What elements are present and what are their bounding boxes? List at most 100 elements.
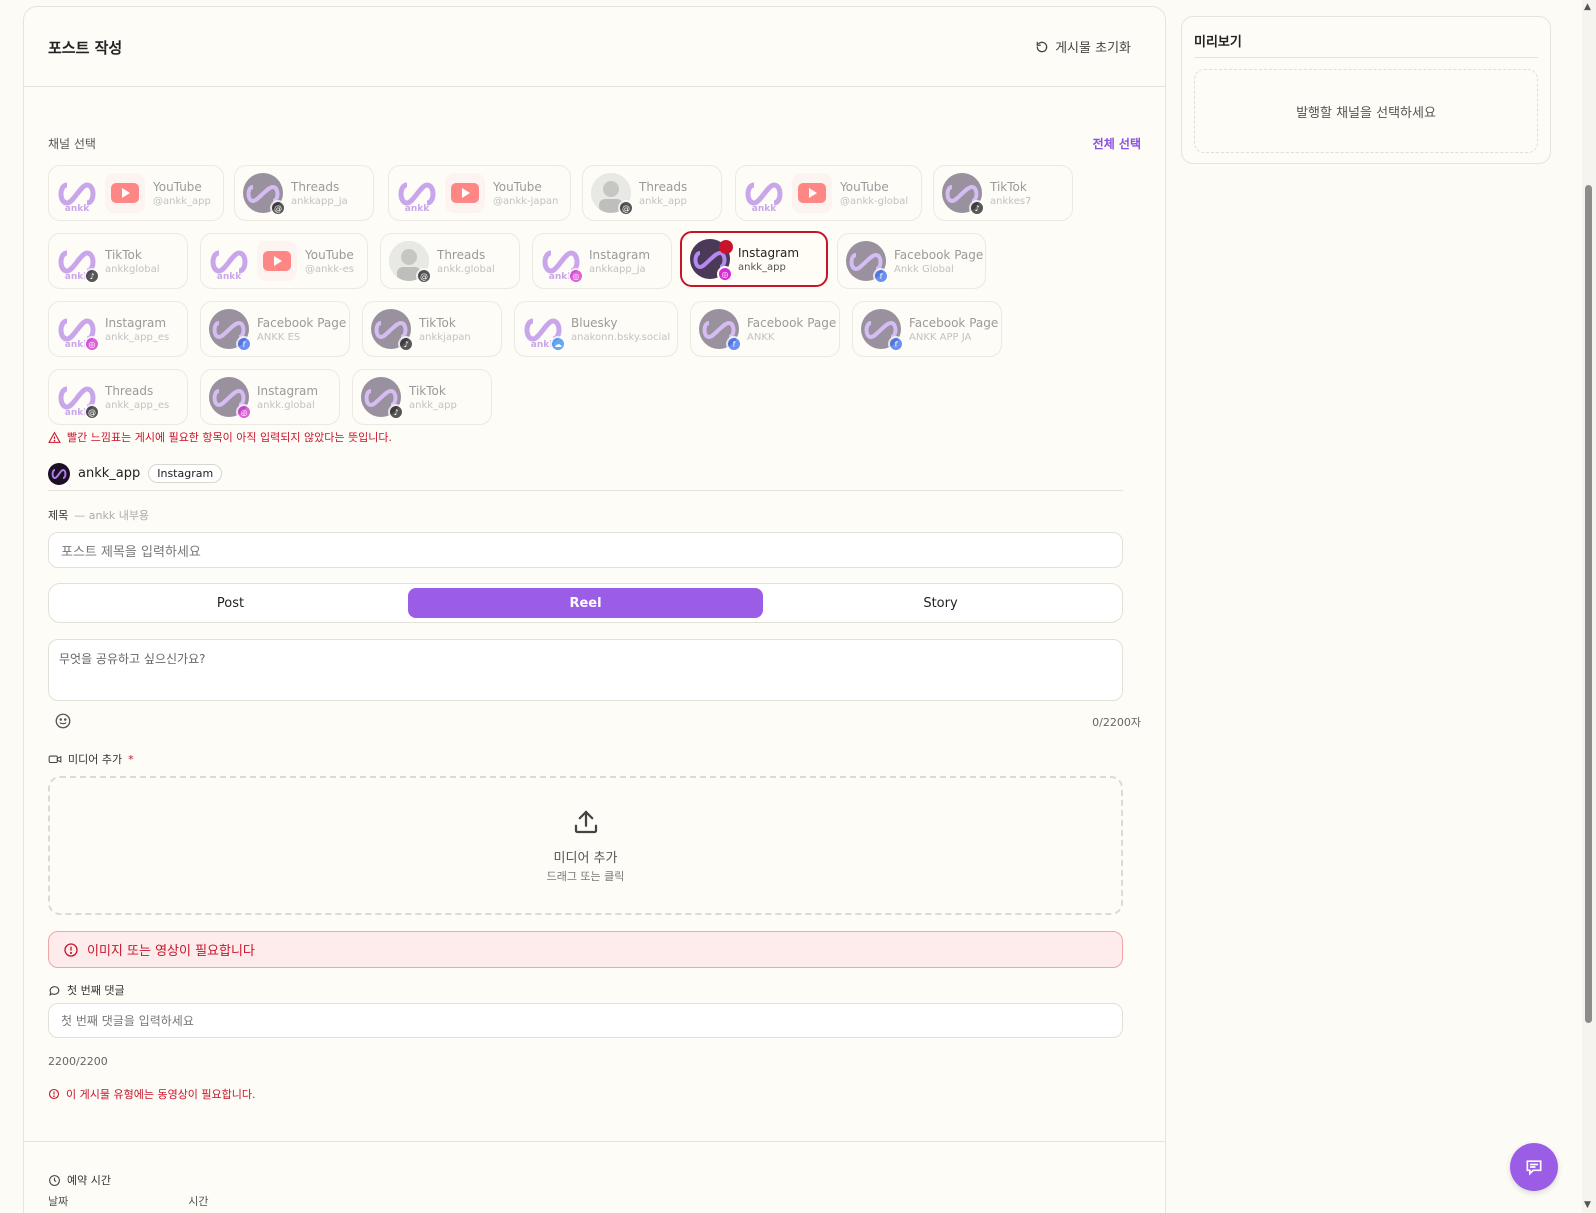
channel-chip-tiktok[interactable]: ♪ TikTok ankkes7: [933, 165, 1073, 221]
warning-triangle-icon: [48, 431, 61, 443]
avatar: ankk @: [57, 377, 100, 420]
channel-chip-youtube[interactable]: ankk YouTube @ankk-global: [735, 165, 922, 221]
scroll-down-arrow-icon[interactable]: ▼: [1584, 1200, 1591, 1210]
first-comment-counter: 2200/2200: [48, 1055, 108, 1068]
channel-chip-text: Instagram ankk.global: [257, 384, 318, 411]
channel-chip-youtube[interactable]: ankk YouTube @ankk_app: [48, 165, 224, 221]
required-alert-dot: [719, 240, 733, 254]
channel-name: YouTube: [153, 179, 202, 194]
channel-chip-threads[interactable]: @ Threads ankk_app: [582, 165, 722, 221]
required-mark: *: [128, 752, 134, 766]
preview-panel: 미리보기 발행할 채널을 선택하세요: [1181, 16, 1551, 164]
bluesky-icon: ☁: [550, 336, 566, 352]
threads-icon: @: [416, 268, 432, 284]
channel-chip-threads[interactable]: @ Threads ankkapp_ja: [234, 165, 374, 221]
channel-name: Instagram: [589, 247, 651, 262]
comment-icon: [49, 985, 60, 996]
channel-name: Facebook Page: [909, 315, 999, 330]
threads-icon: @: [270, 200, 286, 216]
tab-post[interactable]: Post: [53, 588, 408, 618]
channel-handle: @ankk_app: [153, 195, 211, 207]
channel-chip-bluesky[interactable]: ankk ☁ Bluesky anakonn.bsky.social: [514, 301, 678, 357]
reset-post-button[interactable]: 게시물 초기화: [1035, 37, 1131, 56]
channel-chip-youtube[interactable]: ankk YouTube @ankk-japan: [388, 165, 571, 221]
post-title-placeholder: 포스트 제목을 입력하세요: [61, 544, 201, 560]
channel-chip-tiktok[interactable]: ankk ♪ TikTok ankkglobal: [48, 233, 188, 289]
channel-name: YouTube: [840, 179, 889, 194]
media-label: 미디어 추가: [68, 753, 123, 766]
channel-chip-instagram[interactable]: ankk ◎ Instagram ankkapp_ja: [532, 233, 672, 289]
content-textarea[interactable]: 무엇을 공유하고 싶으신가요?: [48, 639, 1123, 701]
channel-name: Bluesky: [571, 315, 618, 330]
tab-reel[interactable]: Reel: [408, 588, 763, 618]
reset-post-label: 게시물 초기화: [1055, 41, 1131, 56]
divider: [24, 1141, 1165, 1142]
channel-handle: anakonn.bsky.social: [571, 331, 671, 343]
channel-chip-text: Facebook Page ANKK ES: [257, 316, 346, 343]
title-sub-label: — ankk 내부용: [74, 509, 150, 522]
channel-name: Facebook Page: [894, 247, 984, 262]
alert-circle-icon: [64, 942, 78, 957]
ankk-logo-icon: [51, 468, 67, 479]
channel-handle: ankkjapan: [419, 331, 471, 343]
scroll-thumb[interactable]: [1585, 185, 1592, 1023]
ankk-logo-icon: ankk: [57, 173, 97, 213]
preview-title: 미리보기: [1194, 35, 1242, 50]
channel-chip-facebook[interactable]: f Facebook Page ANKK ES: [200, 301, 350, 357]
channel-chip-threads[interactable]: @ Threads ankk.global: [380, 233, 520, 289]
title-label: 제목: [48, 509, 69, 522]
emoji-icon[interactable]: [54, 712, 72, 730]
channel-chip-instagram[interactable]: ◎ Instagram ankk_app: [680, 231, 828, 287]
media-dropzone[interactable]: 미디어 추가 드래그 또는 클릭: [48, 776, 1123, 915]
channel-handle: ankk.global: [437, 263, 495, 275]
chat-button[interactable]: [1510, 1143, 1558, 1191]
threads-icon: @: [84, 404, 100, 420]
channel-chip-facebook[interactable]: f Facebook Page ANKK APP JA: [852, 301, 1002, 357]
ankk-logo-icon: ankk: [209, 241, 249, 281]
channel-chip-instagram[interactable]: ankk ◎ Instagram ankk_app_es: [48, 301, 188, 357]
channel-chip-youtube[interactable]: ankk YouTube @ankk-es: [200, 233, 368, 289]
scroll-up-arrow-icon[interactable]: ▲: [1584, 2, 1591, 12]
tab-story[interactable]: Story: [763, 588, 1118, 618]
avatar: ankk: [209, 241, 249, 281]
first-comment-input[interactable]: 첫 번째 댓글을 입력하세요: [48, 1003, 1123, 1038]
channel-chip-text: Instagram ankk_app: [738, 246, 799, 273]
channel-handle: ankk.global: [257, 399, 315, 411]
channel-handle: ankkes7: [990, 195, 1032, 207]
instagram-icon: ◎: [568, 268, 584, 284]
select-all-button[interactable]: 전체 선택: [1093, 135, 1141, 152]
upload-icon: [574, 810, 597, 834]
post-title-input[interactable]: 포스트 제목을 입력하세요: [48, 532, 1123, 568]
channel-chip-instagram[interactable]: ◎ Instagram ankk.global: [200, 369, 340, 425]
channel-chip-facebook[interactable]: f Facebook Page Ankk Global: [837, 233, 986, 289]
channel-chip-tiktok[interactable]: ♪ TikTok ankkjapan: [362, 301, 502, 357]
ankk-logo-icon: ankk: [744, 173, 784, 213]
page-title: 포스트 작성: [48, 39, 123, 57]
facebook-icon: f: [726, 336, 742, 352]
channel-select-label: 채널 선택: [48, 137, 96, 151]
scrollbar[interactable]: ▲ ▼: [1582, 0, 1596, 1213]
channel-chip-text: Threads ankk_app: [639, 180, 687, 207]
title-field-label: 제목 — ankk 내부용: [48, 507, 149, 523]
svg-text:ankk: ankk: [65, 204, 90, 213]
video-camera-icon: [48, 755, 62, 764]
facebook-icon: f: [236, 336, 252, 352]
channel-name: YouTube: [305, 247, 354, 262]
avatar: ◎: [209, 377, 252, 420]
avatar: ♪: [371, 309, 414, 352]
avatar: ankk ☁: [523, 309, 566, 352]
channel-chip-text: Threads ankkapp_ja: [291, 180, 348, 207]
channel-chip-tiktok[interactable]: ♪ TikTok ankk_app: [352, 369, 492, 425]
instagram-icon: ◎: [717, 266, 733, 282]
channel-name: Threads: [437, 247, 486, 262]
channel-chip-facebook[interactable]: f Facebook Page ANKK: [690, 301, 840, 357]
card-header: 포스트 작성 게시물 초기화: [24, 7, 1165, 87]
channel-name: Facebook Page: [257, 315, 347, 330]
instagram-icon: ◎: [236, 404, 252, 420]
channel-name: TikTok: [105, 247, 142, 262]
avatar: ankk ♪: [57, 241, 100, 284]
channel-handle: ankk_app_es: [105, 399, 170, 411]
channel-chip-text: TikTok ankkglobal: [105, 248, 160, 275]
channel-chip-threads[interactable]: ankk @ Threads ankk_app_es: [48, 369, 188, 425]
first-comment-placeholder: 첫 번째 댓글을 입력하세요: [61, 1014, 194, 1028]
